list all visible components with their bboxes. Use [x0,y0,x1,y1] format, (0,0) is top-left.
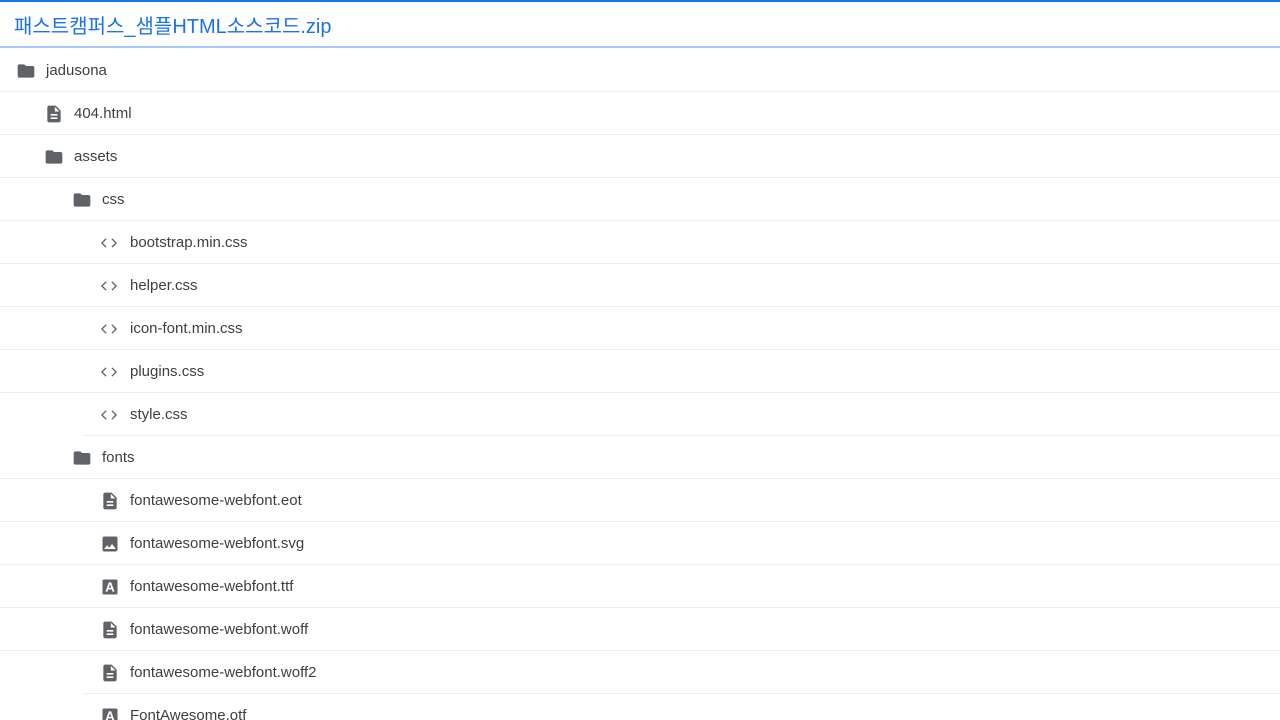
tree-file-row[interactable]: bootstrap.min.css [0,221,1280,264]
code-icon [98,276,120,296]
tree-item-label: fontawesome-webfont.svg [130,535,305,552]
tree-file-row[interactable]: FontAwesome.otf [0,694,1280,720]
code-icon [98,362,120,382]
document-icon [44,104,64,124]
tree-item-label: fontawesome-webfont.woff [130,621,309,638]
tree-folder-row[interactable]: jadusona [0,49,1280,92]
tree-file-row[interactable]: style.css [0,393,1280,436]
tree-item-label: helper.css [130,277,198,294]
tree-item-label: 404.html [74,105,132,122]
tree-item-label: style.css [130,406,188,423]
tree-folder-row[interactable]: css [0,178,1280,221]
tree-file-row[interactable]: icon-font.min.css [0,307,1280,350]
archive-title: 패스트캠퍼스_샘플HTML소스코드.zip [14,15,332,38]
code-icon [98,405,120,425]
tree-file-row[interactable]: fontawesome-webfont.svg [0,522,1280,565]
tree-item-label: fontawesome-webfont.ttf [130,578,294,595]
zip-viewer: 패스트캠퍼스_샘플HTML소스코드.zip jadusona 404.html as… [0,0,1280,720]
font-icon [100,577,120,597]
font-icon [100,706,120,720]
tree-item-label: icon-font.min.css [130,320,243,337]
tree-file-row[interactable]: fontawesome-webfont.woff2 [0,651,1280,694]
document-icon [100,620,120,640]
image-icon [100,534,120,554]
tree-item-label: fonts [102,449,135,466]
tree-item-label: css [102,191,125,208]
document-icon [100,663,120,683]
tree-folder-row[interactable]: assets [0,135,1280,178]
tree-item-label: jadusona [46,62,107,79]
tree-item-label: fontawesome-webfont.eot [130,492,302,509]
tree-item-label: FontAwesome.otf [130,707,247,720]
document-icon [100,491,120,511]
folder-icon [16,61,36,81]
tree-file-row[interactable]: helper.css [0,264,1280,307]
tree-file-row[interactable]: 404.html [0,92,1280,135]
folder-icon [72,448,92,468]
code-icon [98,233,120,253]
file-tree: jadusona 404.html assets css bootstrap.min.c… [0,49,1280,720]
code-icon [98,319,120,339]
tree-item-label: bootstrap.min.css [130,234,248,251]
tree-item-label: plugins.css [130,363,205,380]
tree-item-label: fontawesome-webfont.woff2 [130,664,317,681]
tree-folder-row[interactable]: fonts [0,436,1280,479]
tree-file-row[interactable]: fontawesome-webfont.ttf [0,565,1280,608]
folder-icon [44,147,64,167]
title-bar: 패스트캠퍼스_샘플HTML소스코드.zip [0,2,1280,48]
folder-icon [72,190,92,210]
tree-file-row[interactable]: fontawesome-webfont.woff [0,608,1280,651]
tree-file-row[interactable]: plugins.css [0,350,1280,393]
tree-item-label: assets [74,148,118,165]
tree-file-row[interactable]: fontawesome-webfont.eot [0,479,1280,522]
